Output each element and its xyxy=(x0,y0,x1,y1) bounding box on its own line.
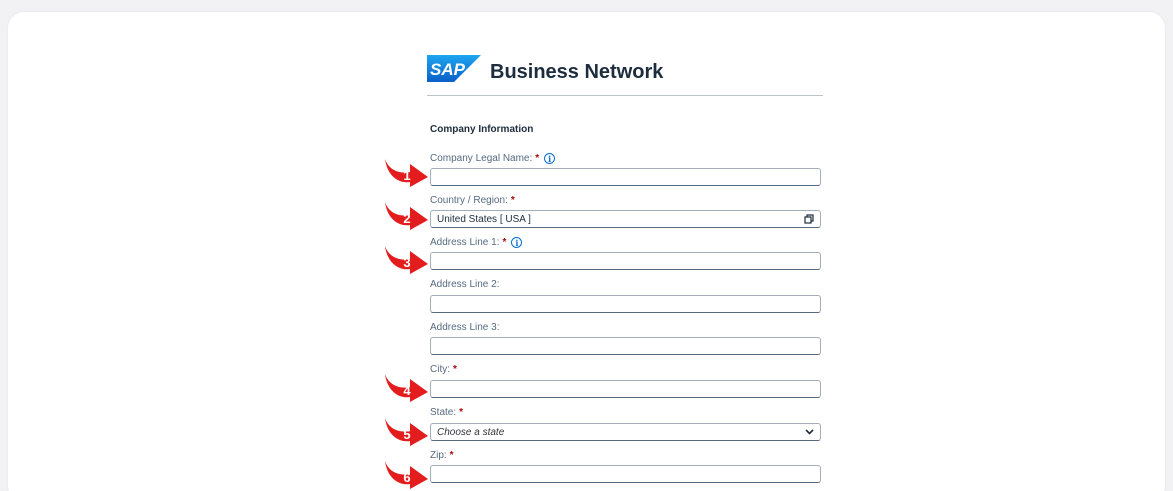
address1-input[interactable] xyxy=(430,252,821,270)
annotation-marker-3: 3 xyxy=(383,240,429,274)
state-select[interactable]: Choose a state xyxy=(430,423,821,441)
annotation-marker-2: 2 xyxy=(383,196,429,230)
annotation-marker-6: 6 xyxy=(383,455,429,489)
info-icon[interactable]: i xyxy=(544,153,556,164)
country-label: Country / Region: * xyxy=(430,195,515,206)
app-header: SAP Business Network xyxy=(427,55,823,96)
city-label: City: * xyxy=(430,364,457,375)
sap-logo: SAP xyxy=(427,55,481,82)
section-title: Company Information xyxy=(430,124,534,135)
address2-input[interactable] xyxy=(430,295,821,313)
svg-text:SAP: SAP xyxy=(430,60,466,79)
legal-name-input[interactable] xyxy=(430,168,821,186)
chevron-down-icon xyxy=(805,429,814,435)
brand-title: Business Network xyxy=(490,61,664,83)
address3-label: Address Line 3: xyxy=(430,322,500,333)
address2-label: Address Line 2: xyxy=(430,279,500,290)
address1-label: Address Line 1: * i xyxy=(430,237,523,248)
annotation-marker-1: 1 xyxy=(383,153,429,187)
annotation-marker-5: 5 xyxy=(383,412,429,446)
address3-input[interactable] xyxy=(430,337,821,355)
legal-name-label: Company Legal Name: * i xyxy=(430,153,556,164)
country-value: United States [ USA ] xyxy=(437,213,531,225)
state-placeholder: Choose a state xyxy=(437,426,505,438)
zip-input[interactable] xyxy=(430,465,821,483)
city-input[interactable] xyxy=(430,380,821,398)
annotation-marker-4: 4 xyxy=(383,368,429,402)
state-label: State: * xyxy=(430,407,464,418)
country-field[interactable]: United States [ USA ] xyxy=(430,210,821,228)
zip-label: Zip: * xyxy=(430,450,454,461)
info-icon[interactable]: i xyxy=(511,237,523,248)
value-help-icon[interactable] xyxy=(804,214,814,224)
